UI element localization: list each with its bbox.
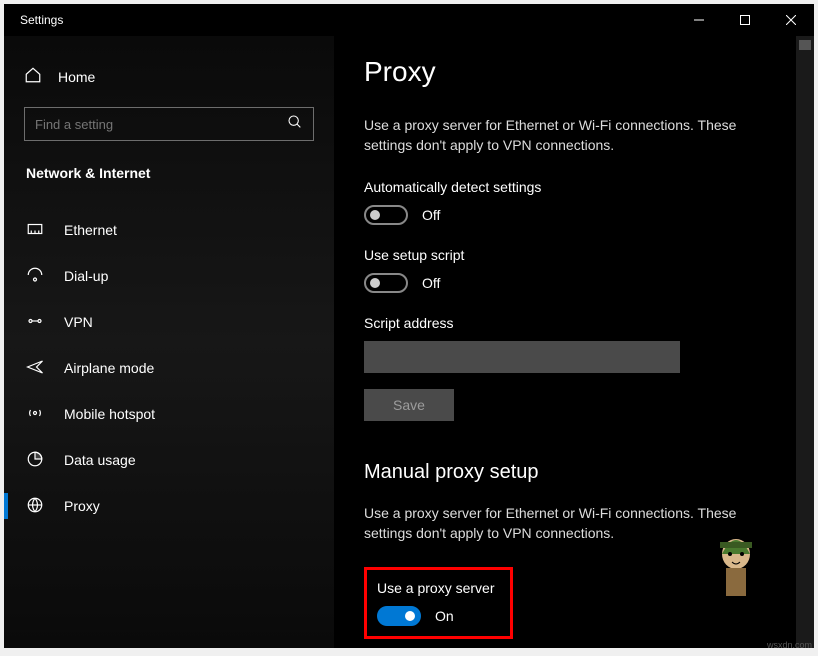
settings-window: Settings Home Network & Internet Etherne…	[4, 4, 814, 648]
sidebar-item-airplane[interactable]: Airplane mode	[4, 345, 334, 391]
sidebar-item-vpn[interactable]: VPN	[4, 299, 334, 345]
dialup-icon	[26, 266, 44, 287]
avatar-sticker	[712, 532, 760, 600]
datausage-icon	[26, 450, 44, 471]
save-button[interactable]: Save	[364, 389, 454, 421]
main-panel: Proxy Use a proxy server for Ethernet or…	[334, 36, 814, 648]
sidebar-item-label: Ethernet	[64, 222, 117, 238]
use-script-toggle[interactable]	[364, 273, 408, 293]
search-input[interactable]	[35, 117, 287, 132]
sidebar-item-proxy[interactable]: Proxy	[4, 483, 334, 529]
sidebar-item-label: Data usage	[64, 452, 136, 468]
toggle-knob	[370, 210, 380, 220]
vpn-icon	[26, 312, 44, 333]
auto-detect-row: Off	[364, 205, 784, 225]
search-box[interactable]	[24, 107, 314, 141]
sidebar-item-hotspot[interactable]: Mobile hotspot	[4, 391, 334, 437]
sidebar-item-ethernet[interactable]: Ethernet	[4, 207, 334, 253]
page-title: Proxy	[364, 56, 784, 88]
category-title: Network & Internet	[4, 165, 334, 207]
minimize-button[interactable]	[676, 4, 722, 36]
titlebar: Settings	[4, 4, 814, 36]
manual-heading: Manual proxy setup	[364, 461, 784, 484]
sidebar: Home Network & Internet Ethernet Dial-up…	[4, 36, 334, 648]
use-proxy-row: On	[377, 606, 494, 626]
sidebar-item-label: VPN	[64, 314, 93, 330]
sidebar-item-label: Proxy	[64, 498, 100, 514]
airplane-icon	[26, 358, 44, 379]
use-proxy-toggle[interactable]	[377, 606, 421, 626]
proxy-icon	[26, 496, 44, 517]
intro-text: Use a proxy server for Ethernet or Wi-Fi…	[364, 116, 784, 155]
sidebar-item-label: Dial-up	[64, 268, 108, 284]
body: Home Network & Internet Ethernet Dial-up…	[4, 36, 814, 648]
script-address-input[interactable]	[364, 341, 680, 373]
sidebar-item-label: Airplane mode	[64, 360, 154, 376]
highlighted-region: Use a proxy server On	[364, 567, 513, 639]
script-address-label: Script address	[364, 315, 784, 331]
sidebar-item-dialup[interactable]: Dial-up	[4, 253, 334, 299]
toggle-knob	[370, 278, 380, 288]
use-script-label: Use setup script	[364, 247, 784, 263]
home-label: Home	[58, 69, 95, 85]
vertical-scrollbar[interactable]	[796, 36, 814, 648]
search-icon	[287, 114, 303, 135]
window-title: Settings	[4, 13, 63, 27]
window-controls	[676, 4, 814, 36]
use-script-state: Off	[422, 275, 440, 291]
home-link[interactable]: Home	[4, 66, 334, 107]
toggle-knob	[405, 611, 415, 621]
sidebar-item-label: Mobile hotspot	[64, 406, 155, 422]
home-icon	[24, 66, 42, 87]
use-script-row: Off	[364, 273, 784, 293]
hotspot-icon	[26, 404, 44, 425]
auto-detect-label: Automatically detect settings	[364, 179, 784, 195]
ethernet-icon	[26, 220, 44, 241]
auto-detect-toggle[interactable]	[364, 205, 408, 225]
auto-detect-state: Off	[422, 207, 440, 223]
close-button[interactable]	[768, 4, 814, 36]
watermark: wsxdn.com	[767, 640, 812, 650]
sidebar-item-datausage[interactable]: Data usage	[4, 437, 334, 483]
use-proxy-label: Use a proxy server	[377, 580, 494, 596]
maximize-button[interactable]	[722, 4, 768, 36]
use-proxy-state: On	[435, 608, 454, 624]
